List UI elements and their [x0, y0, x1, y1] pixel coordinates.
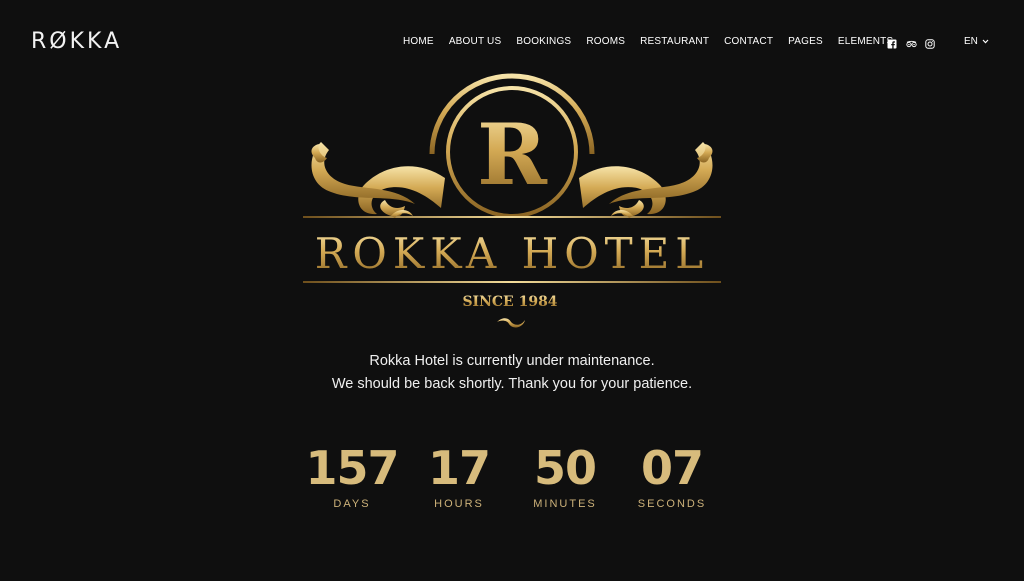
top-rule	[303, 216, 721, 218]
days-label: DAYS	[333, 498, 371, 510]
countdown-days: 157 DAYS	[297, 440, 407, 510]
tripadvisor-icon[interactable]	[906, 36, 917, 48]
nav-restaurant[interactable]: RESTAURANT	[640, 36, 709, 47]
maintenance-message: Rokka Hotel is currently under maintenan…	[0, 350, 1024, 395]
social-links	[887, 36, 935, 49]
hotel-name: ROKKA HOTEL	[315, 229, 709, 278]
message-line-2: We should be back shortly. Thank you for…	[331, 375, 693, 392]
nav-elements[interactable]: ELEMENTS	[838, 36, 894, 47]
right-ornament-icon	[579, 142, 713, 217]
message-line-1: Rokka Hotel is currently under maintenan…	[369, 353, 655, 369]
chevron-down-icon	[982, 39, 989, 44]
hours-label: HOURS	[434, 498, 484, 510]
instagram-icon[interactable]	[925, 36, 935, 49]
nav-rooms[interactable]: ROOMS	[586, 36, 625, 47]
countdown-seconds: 07 SECONDS	[617, 440, 727, 510]
brand-logo[interactable]: RØKKA	[31, 29, 122, 54]
hotel-logo: R ROKKA HOTEL SINCE 1984	[295, 66, 729, 336]
nav-about-us[interactable]: ABOUT US	[449, 36, 502, 47]
seconds-value: 07	[640, 441, 704, 495]
language-label: EN	[964, 36, 978, 47]
flourish-icon	[497, 318, 525, 328]
nav-home[interactable]: HOME	[403, 36, 434, 47]
left-ornament-icon	[311, 142, 445, 217]
main-nav: HOME ABOUT US BOOKINGS ROOMS RESTAURANT …	[403, 36, 893, 47]
seconds-label: SECONDS	[637, 498, 707, 510]
bottom-rule	[303, 281, 721, 283]
days-value: 157	[305, 441, 399, 495]
nav-contact[interactable]: CONTACT	[724, 36, 773, 47]
minutes-value: 50	[533, 441, 597, 495]
crest-monogram: R	[477, 105, 548, 204]
hotel-crest: R ROKKA HOTEL SINCE 1984	[303, 73, 721, 328]
nav-bookings[interactable]: BOOKINGS	[516, 36, 571, 47]
minutes-label: MINUTES	[533, 498, 597, 510]
nav-pages[interactable]: PAGES	[788, 36, 823, 47]
countdown-hours: 17 HOURS	[404, 440, 514, 510]
hours-value: 17	[427, 441, 491, 495]
countdown-minutes: 50 MINUTES	[510, 440, 620, 510]
countdown-timer: 157 DAYS 17 HOURS 50 MINUTES 07 SECONDS	[0, 440, 1024, 520]
facebook-icon[interactable]	[887, 36, 897, 49]
since-text: SINCE 1984	[462, 294, 557, 310]
language-selector[interactable]: EN	[964, 36, 989, 47]
